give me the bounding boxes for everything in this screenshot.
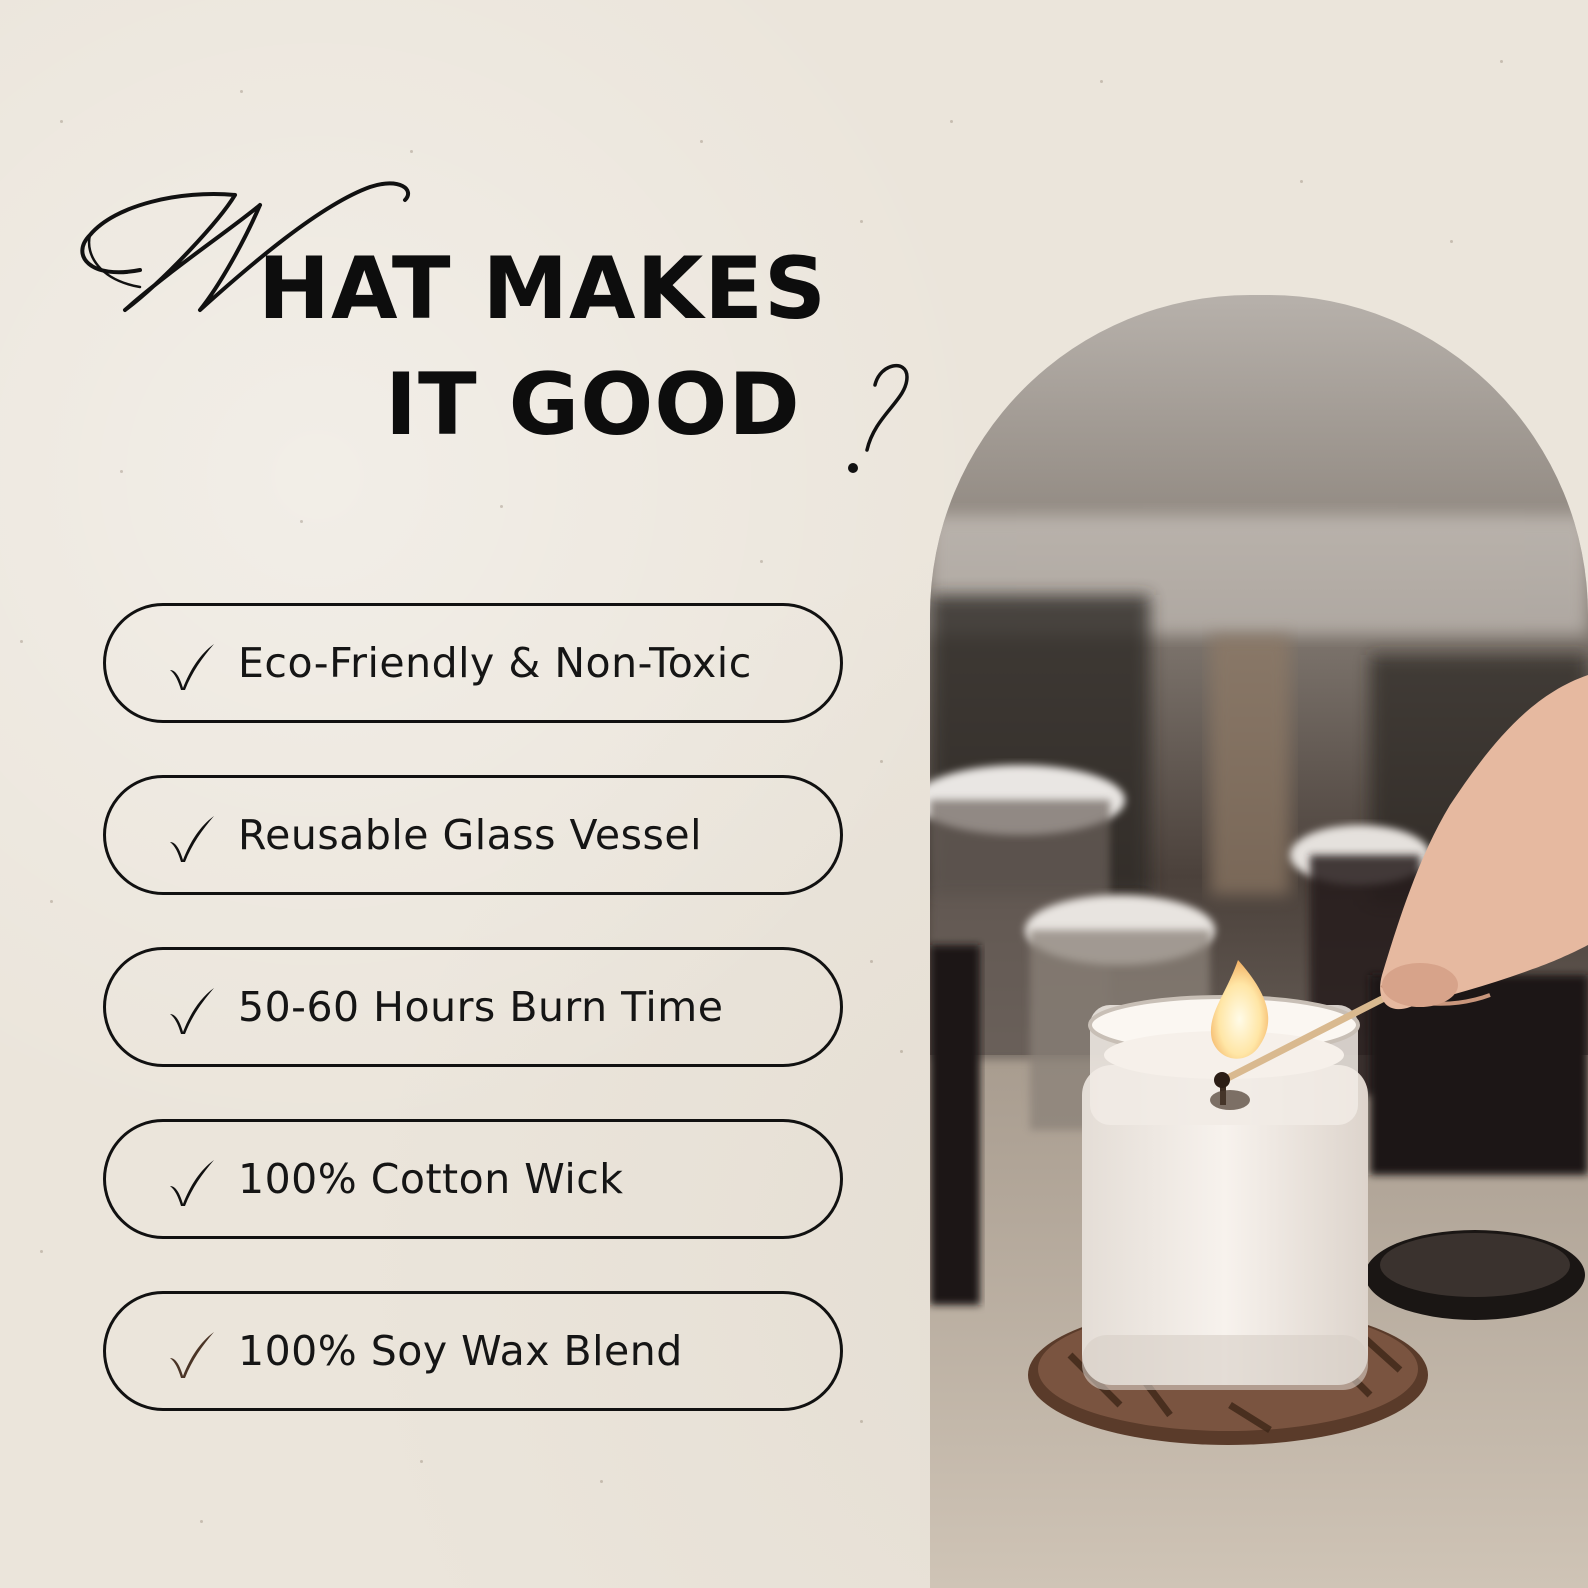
feature-pill: 100% Soy Wax Blend [103,1291,843,1411]
check-icon [170,644,214,690]
candle-photo [930,295,1588,1588]
feature-label: 50-60 Hours Burn Time [238,983,724,1031]
feature-label: Reusable Glass Vessel [238,811,702,859]
check-icon [170,1332,214,1378]
feature-pill: 50-60 Hours Burn Time [103,947,843,1067]
headline-line-2: IT GOOD [385,355,801,455]
feature-label: 100% Soy Wax Blend [238,1327,683,1375]
feature-label: Eco-Friendly & Non-Toxic [238,639,752,687]
feature-pill: Eco-Friendly & Non-Toxic [103,603,843,723]
script-question-mark [848,363,909,473]
feature-pill: 100% Cotton Wick [103,1119,843,1239]
check-icon [170,816,214,862]
feature-label: 100% Cotton Wick [238,1155,624,1203]
feature-pill: Reusable Glass Vessel [103,775,843,895]
check-icon [170,1160,214,1206]
check-icon [170,988,214,1034]
headline-line-1: HAT MAKES [258,239,827,339]
